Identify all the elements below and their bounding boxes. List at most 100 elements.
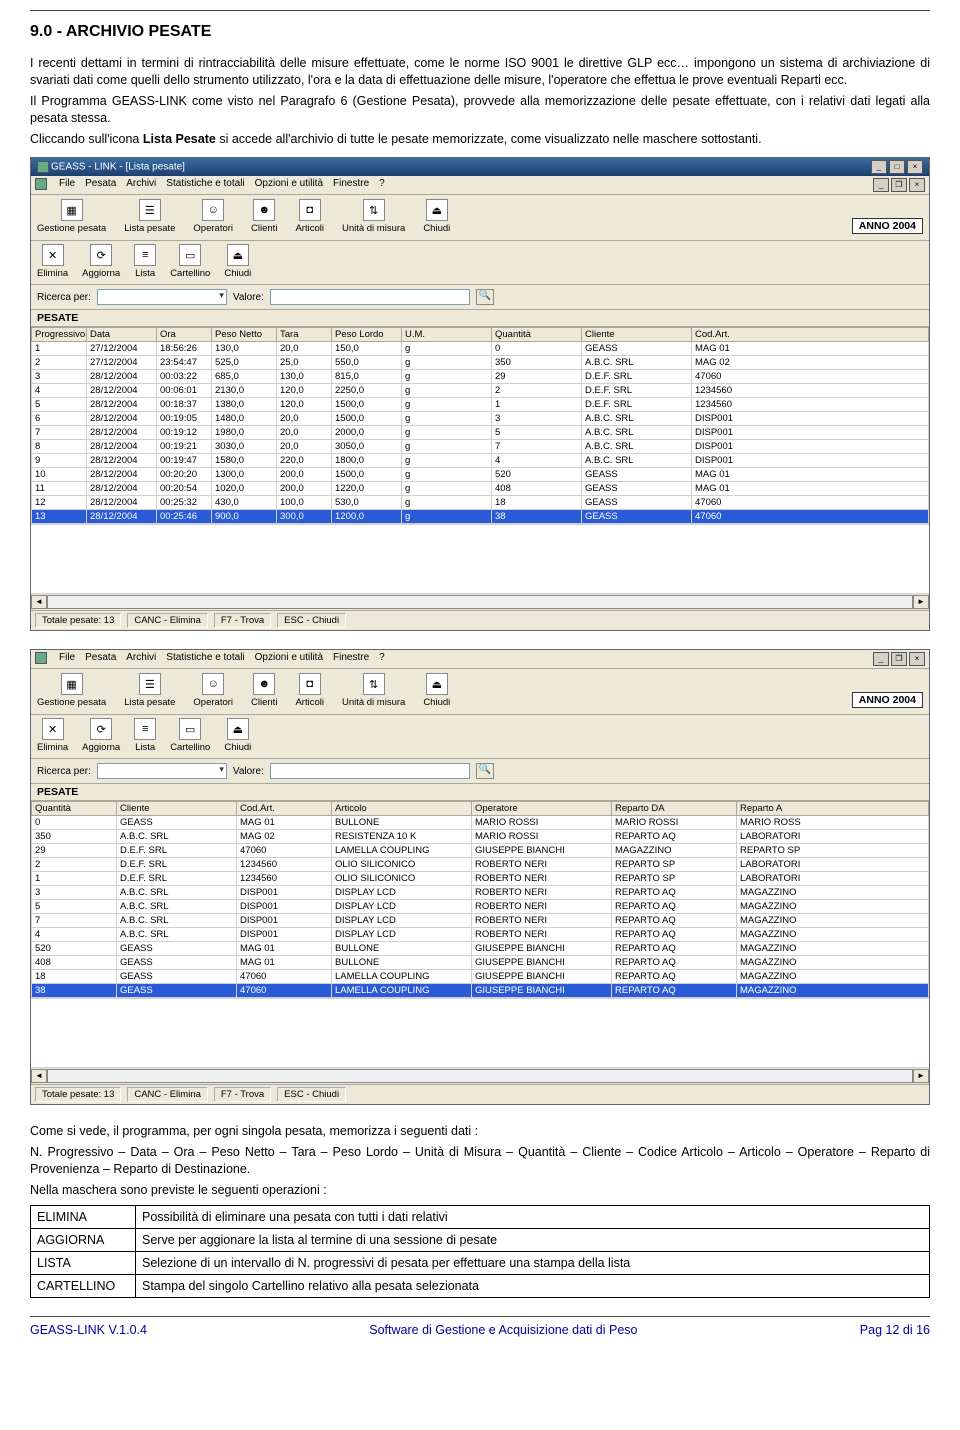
menu-finestre[interactable]: Finestre xyxy=(333,178,369,192)
table-row[interactable]: 1228/12/200400:25:32430,0100,0530,0g18GE… xyxy=(32,496,929,510)
table-row[interactable]: 1328/12/200400:25:46900,0300,01200,0g38G… xyxy=(32,510,929,524)
search-value-input[interactable] xyxy=(270,289,470,305)
subtool-aggiorna[interactable]: ⟳Aggiorna xyxy=(82,244,120,279)
search-field-combo[interactable] xyxy=(97,289,227,305)
column-header[interactable]: Cod.Art. xyxy=(237,802,332,816)
table-row[interactable]: 350A.B.C. SRLMAG 02RESISTENZA 10 KMARIO … xyxy=(32,830,929,844)
menu-archivi[interactable]: Archivi xyxy=(126,652,156,666)
table-row[interactable]: 1D.E.F. SRL1234560OLIO SILICONICOROBERTO… xyxy=(32,872,929,886)
tool-lista-pesate[interactable]: ☰Lista pesate xyxy=(124,199,175,234)
mdi-close-button[interactable]: × xyxy=(909,652,925,666)
table-row[interactable]: 2D.E.F. SRL1234560OLIO SILICONICOROBERTO… xyxy=(32,858,929,872)
menu-pesata[interactable]: Pesata xyxy=(85,652,116,666)
table-row[interactable]: 528/12/200400:18:371380,0120,01500,0g1D.… xyxy=(32,398,929,412)
subtool-aggiorna[interactable]: ⟳Aggiorna xyxy=(82,718,120,753)
tool-unita-misura[interactable]: ⇅Unità di misura xyxy=(342,673,405,708)
menu-archivi[interactable]: Archivi xyxy=(126,178,156,192)
tool-unita-misura[interactable]: ⇅Unità di misura xyxy=(342,199,405,234)
mdi-close-button[interactable]: × xyxy=(909,178,925,192)
scroll-track[interactable] xyxy=(47,1069,913,1083)
column-header[interactable]: U.M. xyxy=(402,328,492,342)
column-header[interactable]: Cliente xyxy=(117,802,237,816)
column-header[interactable]: Peso Netto xyxy=(212,328,277,342)
scroll-right-icon[interactable]: ► xyxy=(913,1069,929,1083)
tool-gestione-pesata[interactable]: ▦Gestione pesata xyxy=(37,199,106,234)
column-header[interactable]: Reparto A xyxy=(737,802,929,816)
column-header[interactable]: Quantità xyxy=(32,802,117,816)
table-row[interactable]: 38GEASS47060LAMELLA COUPLINGGIUSEPPE BIA… xyxy=(32,984,929,998)
column-header[interactable]: Progressivo xyxy=(32,328,87,342)
column-header[interactable]: Reparto DA xyxy=(612,802,737,816)
menu-file[interactable]: File xyxy=(59,178,75,192)
tool-lista-pesate[interactable]: ☰Lista pesate xyxy=(124,673,175,708)
scroll-left-icon[interactable]: ◄ xyxy=(31,595,47,609)
column-header[interactable]: Peso Lordo xyxy=(332,328,402,342)
tool-chiudi[interactable]: ⏏Chiudi xyxy=(423,673,450,708)
maximize-button[interactable]: □ xyxy=(889,160,905,174)
tool-articoli[interactable]: ◘Articoli xyxy=(295,199,324,234)
table-row[interactable]: 408GEASSMAG 01BULLONEGIUSEPPE BIANCHIREP… xyxy=(32,956,929,970)
column-header[interactable]: Cliente xyxy=(582,328,692,342)
mdi-minimize-button[interactable]: _ xyxy=(873,652,889,666)
menu-statistiche[interactable]: Statistiche e totali xyxy=(166,652,244,666)
tool-operatori[interactable]: ☺Operatori xyxy=(193,673,233,708)
subtool-chiudi[interactable]: ⏏Chiudi xyxy=(224,718,251,753)
table-row[interactable]: 127/12/200418:56:26130,020,0150,0g0GEASS… xyxy=(32,342,929,356)
table-row[interactable]: 5A.B.C. SRLDISP001DISPLAY LCDROBERTO NER… xyxy=(32,900,929,914)
tool-operatori[interactable]: ☺Operatori xyxy=(193,199,233,234)
scroll-track[interactable] xyxy=(47,595,913,609)
table-row[interactable]: 1028/12/200400:20:201300,0200,01500,0g52… xyxy=(32,468,929,482)
mdi-restore-button[interactable]: ❐ xyxy=(891,178,907,192)
table-row[interactable]: 0GEASSMAG 01BULLONEMARIO ROSSIMARIO ROSS… xyxy=(32,816,929,830)
menu-finestre[interactable]: Finestre xyxy=(333,652,369,666)
table-row[interactable]: 628/12/200400:19:051480,020,01500,0g3A.B… xyxy=(32,412,929,426)
column-header[interactable]: Quantità xyxy=(492,328,582,342)
mdi-restore-button[interactable]: ❐ xyxy=(891,652,907,666)
menu-opzioni[interactable]: Opzioni e utilità xyxy=(255,178,323,192)
subtool-chiudi[interactable]: ⏏Chiudi xyxy=(224,244,251,279)
table-row[interactable]: 428/12/200400:06:012130,0120,02250,0g2D.… xyxy=(32,384,929,398)
table-row[interactable]: 1128/12/200400:20:541020,0200,01220,0g40… xyxy=(32,482,929,496)
table-row[interactable]: 29D.E.F. SRL47060LAMELLA COUPLINGGIUSEPP… xyxy=(32,844,929,858)
tool-clienti[interactable]: ☻Clienti xyxy=(251,199,277,234)
table-row[interactable]: 227/12/200423:54:47525,025,0550,0g350A.B… xyxy=(32,356,929,370)
subtool-cartellino[interactable]: ▭Cartellino xyxy=(170,718,210,753)
subtool-cartellino[interactable]: ▭Cartellino xyxy=(170,244,210,279)
close-button[interactable]: × xyxy=(907,160,923,174)
h-scrollbar-2[interactable]: ◄ ► xyxy=(31,1068,929,1084)
mdi-minimize-button[interactable]: _ xyxy=(873,178,889,192)
table-row[interactable]: 7A.B.C. SRLDISP001DISPLAY LCDROBERTO NER… xyxy=(32,914,929,928)
minimize-button[interactable]: _ xyxy=(871,160,887,174)
tool-articoli[interactable]: ◘Articoli xyxy=(295,673,324,708)
search-button[interactable]: 🔍 xyxy=(476,289,494,305)
search-button[interactable]: 🔍 xyxy=(476,763,494,779)
column-header[interactable]: Tara xyxy=(277,328,332,342)
table-row[interactable]: 520GEASSMAG 01BULLONEGIUSEPPE BIANCHIREP… xyxy=(32,942,929,956)
column-header[interactable]: Data xyxy=(87,328,157,342)
menu-pesata[interactable]: Pesata xyxy=(85,178,116,192)
subtool-elimina[interactable]: ✕Elimina xyxy=(37,244,68,279)
table-row[interactable]: 328/12/200400:03:22685,0130,0815,0g29D.E… xyxy=(32,370,929,384)
column-header[interactable]: Ora xyxy=(157,328,212,342)
table-row[interactable]: 928/12/200400:19:471580,0220,01800,0g4A.… xyxy=(32,454,929,468)
column-header[interactable]: Articolo xyxy=(332,802,472,816)
menu-opzioni[interactable]: Opzioni e utilità xyxy=(255,652,323,666)
subtool-lista[interactable]: ≡Lista xyxy=(134,718,156,753)
column-header[interactable]: Cod.Art. xyxy=(692,328,929,342)
tool-gestione-pesata[interactable]: ▦Gestione pesata xyxy=(37,673,106,708)
h-scrollbar[interactable]: ◄ ► xyxy=(31,594,929,610)
menu-file[interactable]: File xyxy=(59,652,75,666)
tool-clienti[interactable]: ☻Clienti xyxy=(251,673,277,708)
menu-statistiche[interactable]: Statistiche e totali xyxy=(166,178,244,192)
tool-chiudi[interactable]: ⏏Chiudi xyxy=(423,199,450,234)
search-field-combo[interactable] xyxy=(97,763,227,779)
scroll-right-icon[interactable]: ► xyxy=(913,595,929,609)
table-row[interactable]: 4A.B.C. SRLDISP001DISPLAY LCDROBERTO NER… xyxy=(32,928,929,942)
search-value-input[interactable] xyxy=(270,763,470,779)
column-header[interactable]: Operatore xyxy=(472,802,612,816)
subtool-lista[interactable]: ≡Lista xyxy=(134,244,156,279)
table-row[interactable]: 728/12/200400:19:121980,020,02000,0g5A.B… xyxy=(32,426,929,440)
table-row[interactable]: 3A.B.C. SRLDISP001DISPLAY LCDROBERTO NER… xyxy=(32,886,929,900)
menu-help[interactable]: ? xyxy=(379,178,385,192)
table-row[interactable]: 18GEASS47060LAMELLA COUPLINGGIUSEPPE BIA… xyxy=(32,970,929,984)
